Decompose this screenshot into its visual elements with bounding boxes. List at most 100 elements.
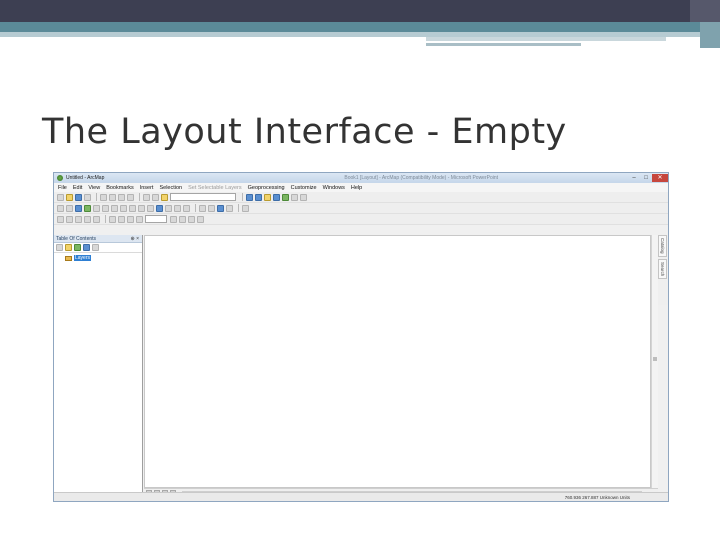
toolbar-separator [242,193,243,201]
html-popup-icon[interactable] [174,204,181,212]
zoom-100-percent-icon[interactable] [93,215,100,223]
add-data-icon[interactable] [161,193,168,201]
fixed-zoom-in-icon[interactable] [93,204,100,212]
menu-insert[interactable]: Insert [140,185,154,191]
arctoolbox-icon[interactable] [282,193,289,201]
menu-set-selectable-layers[interactable]: Set Selectable Layers [188,185,242,191]
find-route-icon[interactable] [208,204,215,212]
data-driven-pages-icon[interactable] [197,215,204,223]
catalog-window-icon[interactable] [264,193,271,201]
list-by-visibility-icon[interactable] [74,244,81,251]
layout-zoom-combo[interactable] [145,215,167,223]
menu-help[interactable]: Help [351,185,362,191]
maximize-button[interactable]: □ [640,174,652,182]
focus-data-frame-icon[interactable] [179,215,186,223]
identify-icon[interactable] [156,204,163,212]
layout-fixed-zoom-out-icon[interactable] [118,215,125,223]
fixed-zoom-out-icon[interactable] [102,204,109,212]
toolbar-separator [195,204,196,212]
layout-toolbar [54,214,668,225]
clear-selection-icon[interactable] [138,204,145,212]
zoom-out-icon[interactable] [66,204,73,212]
layers-label[interactable]: Layers [74,255,92,261]
toolbar-separator [238,204,239,212]
minimize-button[interactable]: – [628,174,640,182]
print-icon[interactable] [84,193,91,201]
back-extent-icon[interactable] [111,204,118,212]
layout-zoom-in-icon[interactable] [57,215,64,223]
model-builder-icon[interactable] [300,193,307,201]
slide-header-accent [690,0,720,22]
layout-forward-extent-icon[interactable] [136,215,143,223]
layout-zoom-out-icon[interactable] [66,215,73,223]
forward-extent-icon[interactable] [120,204,127,212]
window-title-background: Book1 [Layout] - ArcMap (Compatibility M… [344,175,499,181]
layout-back-extent-icon[interactable] [127,215,134,223]
editor-toolbar-icon[interactable] [246,193,253,201]
redo-icon[interactable] [152,193,159,201]
select-elements-icon[interactable] [147,204,154,212]
table-of-contents-icon[interactable] [255,193,262,201]
tools-toolbar [54,203,668,214]
list-by-source-icon[interactable] [65,244,72,251]
hyperlink-icon[interactable] [165,204,172,212]
open-icon[interactable] [66,193,73,201]
menu-windows[interactable]: Windows [323,185,345,191]
cut-icon[interactable] [100,193,107,201]
layout-pan-icon[interactable] [75,215,82,223]
arcmap-window: Untitled - ArcMap Book1 [Layout] - ArcMa… [53,172,669,502]
menu-geoprocessing[interactable]: Geoprocessing [248,185,285,191]
window-titlebar: Untitled - ArcMap Book1 [Layout] - ArcMa… [54,173,668,183]
full-extent-icon[interactable] [84,204,91,212]
save-icon[interactable] [75,193,82,201]
menu-selection[interactable]: Selection [159,185,182,191]
toggle-draft-mode-icon[interactable] [170,215,177,223]
undo-icon[interactable] [143,193,150,201]
layers-folder-icon [65,255,72,261]
create-viewer-window-icon[interactable] [242,204,249,212]
toc-pin-close-controls[interactable]: ⊕ × [131,236,140,242]
dock-tab-search[interactable]: Search [658,258,667,279]
measure-icon[interactable] [183,204,190,212]
pan-icon[interactable] [75,204,82,212]
toolbar-separator [139,193,140,201]
vertical-scroll-thumb[interactable] [653,357,657,361]
menu-customize[interactable]: Customize [291,185,317,191]
find-icon[interactable] [199,204,206,212]
window-title: Untitled - ArcMap [66,175,105,181]
menu-bookmarks[interactable]: Bookmarks [106,185,134,191]
change-layout-icon[interactable] [188,215,195,223]
standard-toolbar [54,192,668,203]
new-map-icon[interactable] [57,193,64,201]
python-window-icon[interactable] [291,193,298,201]
copy-icon[interactable] [109,193,116,201]
arcmap-globe-icon [57,175,63,181]
slide-accent-line-3 [426,43,581,46]
menu-edit[interactable]: Edit [73,185,82,191]
menu-view[interactable]: View [88,185,100,191]
dock-tab-catalog[interactable]: Catalog [658,235,667,257]
vertical-scrollbar[interactable] [651,235,658,488]
slide-header-band [0,0,720,22]
zoom-in-icon[interactable] [57,204,64,212]
toc-layers-item[interactable]: Layers [54,255,142,261]
delete-icon[interactable] [127,193,134,201]
status-bar: 760.936 267.887 Unknown Units [54,492,668,501]
layout-page-canvas[interactable] [144,235,651,488]
go-to-xy-icon[interactable] [217,204,224,212]
paste-icon[interactable] [118,193,125,201]
slide-title: The Layout Interface - Empty [42,112,567,152]
menu-file[interactable]: File [58,185,67,191]
zoom-whole-page-icon[interactable] [84,215,91,223]
layout-fixed-zoom-in-icon[interactable] [109,215,116,223]
list-by-drawing-order-icon[interactable] [56,244,63,251]
toc-options-icon[interactable] [92,244,99,251]
select-features-icon[interactable] [129,204,136,212]
toolbar-separator [105,215,106,223]
map-scale-combo[interactable] [170,193,236,201]
list-by-selection-icon[interactable] [83,244,90,251]
table-of-contents-panel: Table Of Contents ⊕ × Layers [54,235,143,497]
search-window-icon[interactable] [273,193,280,201]
time-slider-icon[interactable] [226,204,233,212]
close-button[interactable]: ✕ [652,174,668,182]
